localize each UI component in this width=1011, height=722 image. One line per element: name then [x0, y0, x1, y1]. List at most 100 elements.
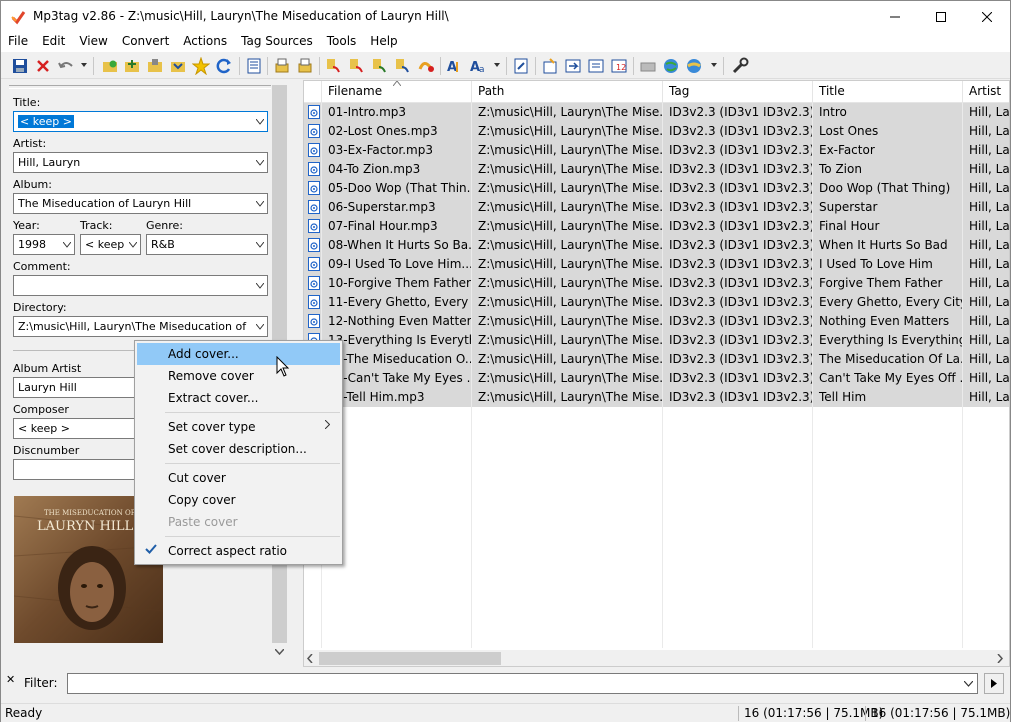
change-directory-icon[interactable]	[101, 57, 119, 75]
menu-cut-cover[interactable]: Cut cover	[137, 467, 340, 489]
edit-tag-icon[interactable]	[512, 57, 530, 75]
genre-label: Genre:	[146, 219, 184, 232]
cell-filename: 13-Everything Is Everyth...	[328, 333, 472, 347]
cell-path: Z:\music\Hill, Lauryn\The Mise...	[478, 352, 663, 366]
convert-filename-tag-icon[interactable]	[348, 57, 366, 75]
save-icon[interactable]	[11, 57, 29, 75]
table-row[interactable]: 07-Final Hour.mp3 Z:\music\Hill, Lauryn\T…	[304, 217, 1009, 236]
cell-filename: 14-The Miseducation O...	[328, 352, 472, 366]
refresh-icon[interactable]	[215, 57, 233, 75]
menu-copy-cover[interactable]: Copy cover	[137, 489, 340, 511]
menu-tools[interactable]: Tools	[320, 32, 364, 52]
table-row[interactable]: 05-Doo Wop (That Thin... Z:\music\Hill, L…	[304, 179, 1009, 198]
column-tag[interactable]: Tag	[663, 81, 813, 103]
menu-file[interactable]: File	[1, 32, 35, 52]
open-folder-icon[interactable]	[169, 57, 187, 75]
chevron-down-icon[interactable]	[964, 681, 973, 687]
menu-extract-cover-label: Extract cover...	[168, 391, 259, 405]
minimize-button[interactable]	[872, 1, 918, 32]
cell-title: Every Ghetto, Every City	[819, 295, 963, 309]
album-combo[interactable]: The Miseducation of Lauryn Hill	[13, 193, 268, 214]
table-row[interactable]: 04-To Zion.mp3 Z:\music\Hill, Lauryn\The …	[304, 160, 1009, 179]
menu-edit[interactable]: Edit	[35, 32, 72, 52]
table-row[interactable]: 10-Forgive Them Father... Z:\music\Hill, …	[304, 274, 1009, 293]
table-row[interactable]: 12-Nothing Even Matter... Z:\music\Hill, …	[304, 312, 1009, 331]
convert-tag-filename-icon[interactable]	[325, 57, 343, 75]
tag-sources-globe-icon[interactable]	[685, 57, 703, 75]
table-row[interactable]: 09-I Used To Love Him.... Z:\music\Hill, …	[304, 255, 1009, 274]
table-row[interactable]: 11-Every Ghetto, Every ... Z:\music\Hill,…	[304, 293, 1009, 312]
star-icon[interactable]	[192, 57, 210, 75]
tag-panel-icon[interactable]	[245, 57, 263, 75]
column-title[interactable]: Title	[813, 81, 963, 103]
table-row[interactable]: 16-Tell Him.mp3 Z:\music\Hill, Lauryn\The…	[304, 388, 1009, 407]
convert-filename-filename-icon[interactable]	[417, 57, 435, 75]
menu-extract-cover[interactable]: Extract cover...	[137, 387, 340, 409]
filter-go-button[interactable]	[984, 673, 1004, 694]
cell-path: Z:\music\Hill, Lauryn\The Mise...	[478, 162, 663, 176]
close-filter-icon[interactable]: ✕	[6, 673, 15, 686]
menu-set-cover-description[interactable]: Set cover description...	[137, 438, 340, 460]
autonumbering-icon[interactable]: A	[446, 57, 464, 75]
menu-tag-sources[interactable]: Tag Sources	[234, 32, 320, 52]
import-cover-icon[interactable]	[541, 57, 559, 75]
favorite-directories-icon[interactable]	[146, 57, 164, 75]
freedb-icon[interactable]	[639, 57, 657, 75]
cell-filename: 03-Ex-Factor.mp3	[328, 143, 433, 157]
menu-add-cover[interactable]: Add cover...	[137, 343, 340, 365]
tag-sources-dropdown-arrow[interactable]	[711, 63, 717, 67]
maximize-button[interactable]	[918, 1, 964, 32]
menu-help[interactable]: Help	[363, 32, 404, 52]
close-button[interactable]	[964, 1, 1010, 32]
cell-filename: 11-Every Ghetto, Every ...	[328, 295, 472, 309]
undo-dropdown-arrow[interactable]	[81, 63, 87, 67]
menu-convert[interactable]: Convert	[115, 32, 176, 52]
undo-icon[interactable]	[57, 57, 75, 75]
scrollbar-thumb[interactable]	[319, 652, 501, 665]
file-list-horizontal-scrollbar[interactable]	[304, 650, 1009, 666]
table-row[interactable]: 15-Can't Take My Eyes ... Z:\music\Hill, …	[304, 369, 1009, 388]
title-combo[interactable]: < keep >	[13, 111, 268, 132]
artist-combo[interactable]: Hill, Lauryn	[13, 152, 268, 173]
table-row[interactable]: 08-When It Hurts So Ba... Z:\music\Hill, …	[304, 236, 1009, 255]
case-dropdown-arrow[interactable]	[494, 63, 500, 67]
menu-remove-cover[interactable]: Remove cover	[137, 365, 340, 387]
cell-path: Z:\music\Hill, Lauryn\The Mise...	[478, 314, 663, 328]
sort-icon[interactable]: 12	[610, 57, 628, 75]
menu-correct-aspect-ratio[interactable]: Correct aspect ratio	[137, 540, 340, 562]
convert-text-tag-icon[interactable]	[371, 57, 389, 75]
convert-tag-tag-icon[interactable]	[394, 57, 412, 75]
filter-input[interactable]	[67, 673, 978, 694]
menu-actions[interactable]: Actions	[176, 32, 234, 52]
options-wrench-icon[interactable]	[731, 57, 749, 75]
add-directory-icon[interactable]	[123, 57, 141, 75]
menu-set-cover-type[interactable]: Set cover type	[137, 416, 340, 438]
case-conversion-icon[interactable]: Aa	[469, 57, 487, 75]
table-row[interactable]: 06-Superstar.mp3 Z:\music\Hill, Lauryn\Th…	[304, 198, 1009, 217]
table-row[interactable]: 03-Ex-Factor.mp3 Z:\music\Hill, Lauryn\Th…	[304, 141, 1009, 160]
table-row[interactable]: 13-Everything Is Everyth... Z:\music\Hill…	[304, 331, 1009, 350]
track-combo[interactable]: < keep	[80, 234, 141, 255]
playlist-icon[interactable]	[296, 57, 314, 75]
chevron-right-icon[interactable]	[997, 654, 1003, 663]
directory-combo[interactable]: Z:\music\Hill, Lauryn\The Miseducation o…	[13, 316, 268, 337]
table-row[interactable]: 14-The Miseducation O... Z:\music\Hill, L…	[304, 350, 1009, 369]
amazon-globe-icon[interactable]	[662, 57, 680, 75]
chevron-down-icon[interactable]	[275, 649, 284, 655]
chevron-right-icon	[325, 420, 330, 429]
chevron-left-icon[interactable]	[307, 654, 313, 663]
text-to-tag-icon[interactable]	[587, 57, 605, 75]
table-row[interactable]: 02-Lost Ones.mp3 Z:\music\Hill, Lauryn\Th…	[304, 122, 1010, 141]
export-icon[interactable]	[273, 57, 291, 75]
year-combo[interactable]: 1998	[13, 234, 75, 255]
column-artist[interactable]: Artist	[963, 81, 1009, 103]
genre-combo[interactable]: R&B	[146, 234, 268, 255]
remove-tag-icon[interactable]	[34, 57, 52, 75]
tag-to-tag-icon[interactable]	[564, 57, 582, 75]
column-path[interactable]: Path	[472, 81, 663, 103]
comment-combo[interactable]	[13, 275, 268, 296]
table-row[interactable]: 01-Intro.mp3 Z:\music\Hill, Lauryn\The Mi…	[304, 103, 1009, 122]
menu-view[interactable]: View	[72, 32, 114, 52]
cell-artist: Hill, Lau	[969, 124, 1010, 138]
cell-tag: ID3v2.3 (ID3v1 ID3v2.3)	[669, 314, 813, 328]
